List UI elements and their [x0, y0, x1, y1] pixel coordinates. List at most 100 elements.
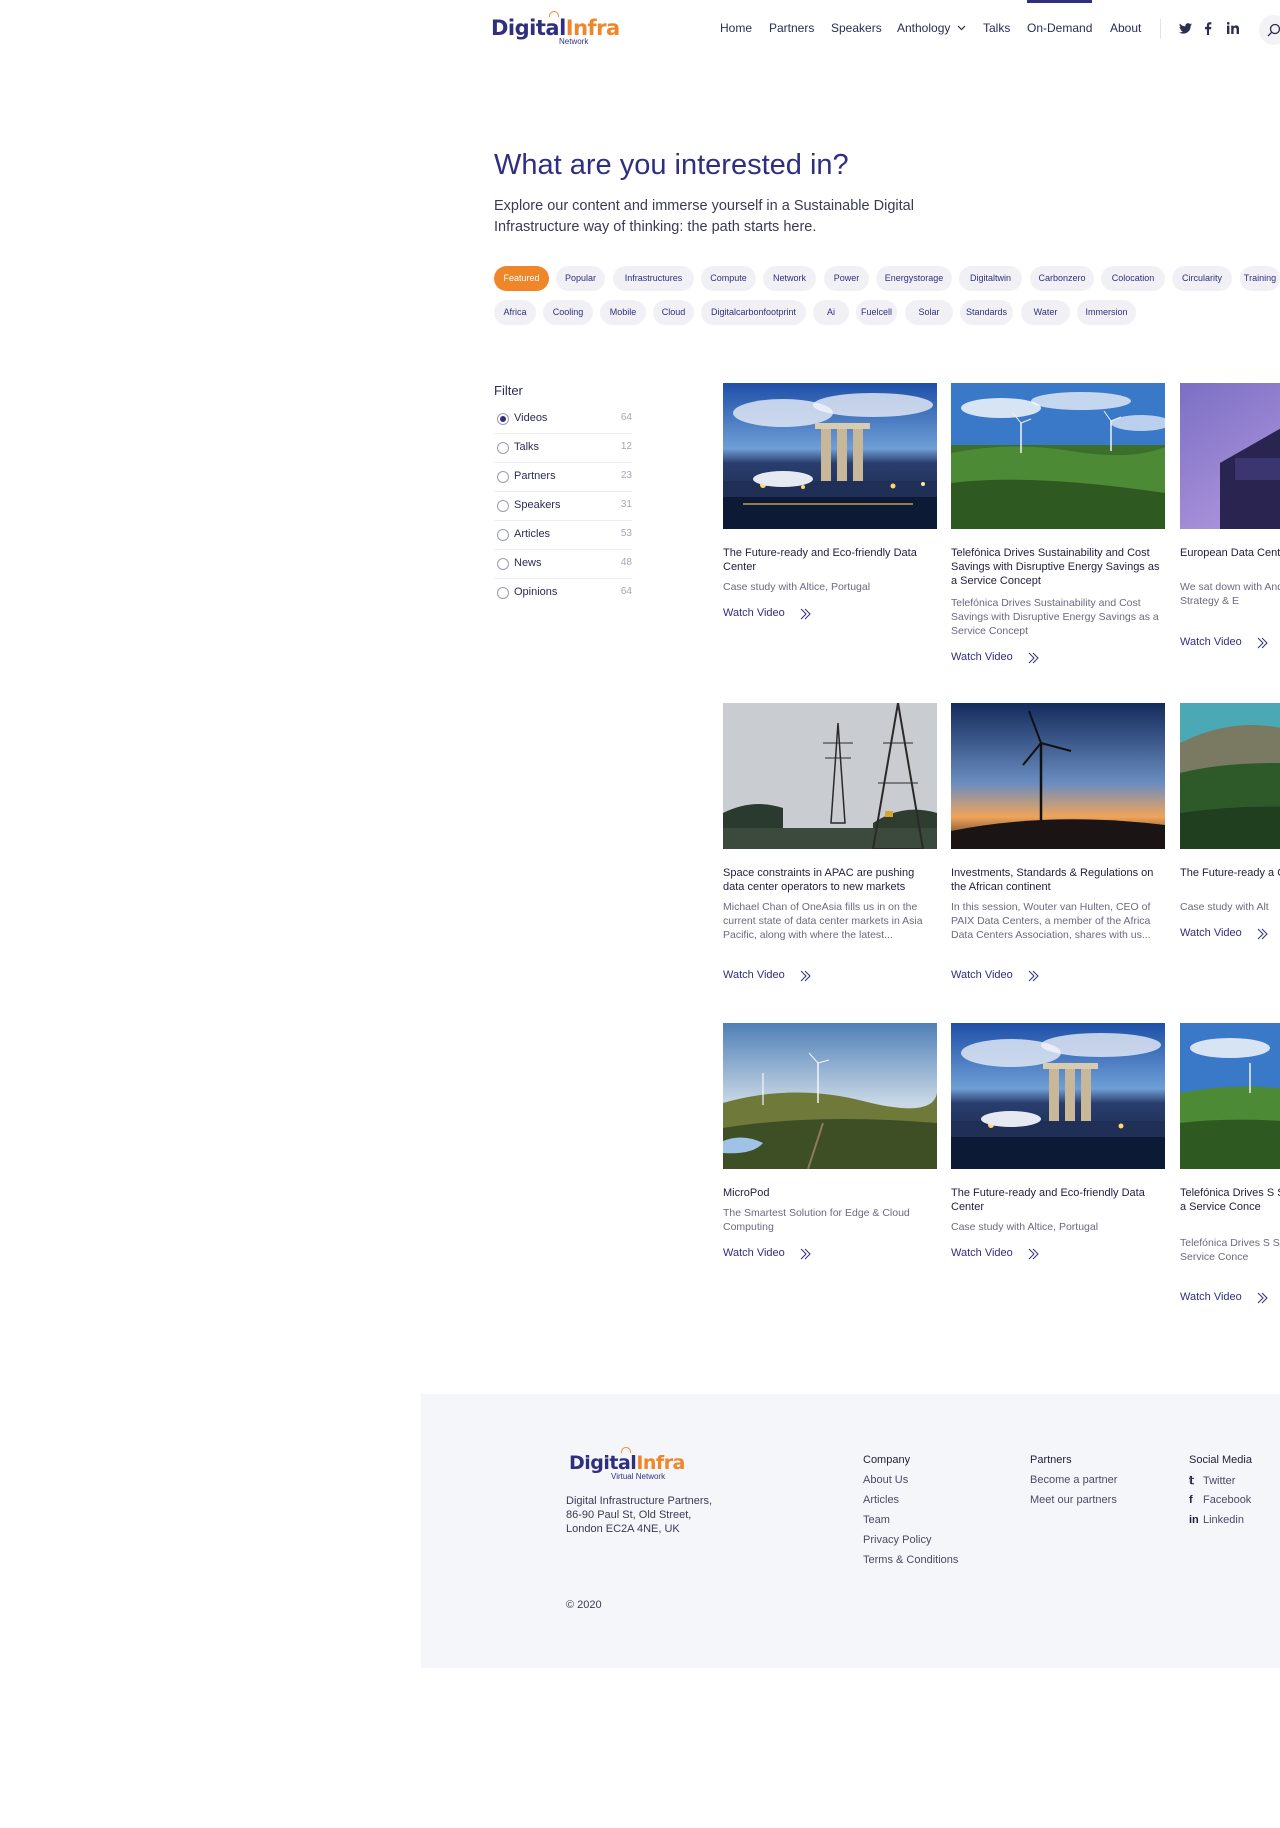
- tag-chip[interactable]: Popular: [556, 266, 605, 291]
- tag-chip[interactable]: Africa: [494, 300, 536, 325]
- tag-chip[interactable]: Training: [1240, 266, 1280, 291]
- filter-option-articles[interactable]: Articles 53: [494, 521, 632, 550]
- footer-logo[interactable]: DigitalInfra Virtual Network: [569, 1447, 685, 1482]
- facebook-icon[interactable]: [1204, 22, 1212, 35]
- page-title: What are you interested in?: [494, 149, 849, 181]
- radio[interactable]: [497, 471, 509, 483]
- facebook-icon: f: [1189, 1494, 1193, 1506]
- tag-chip[interactable]: Digitalcarbonfootprint: [701, 300, 806, 325]
- nav-talks[interactable]: Talks: [983, 21, 1010, 35]
- site-footer: DigitalInfra Virtual Network Digital Inf…: [421, 1394, 1280, 1668]
- watch-video-link[interactable]: Watch Video: [1180, 1291, 1268, 1304]
- radio[interactable]: [497, 529, 509, 541]
- nav-active-indicator: [1027, 0, 1092, 3]
- nav-about[interactable]: About: [1110, 21, 1141, 35]
- tag-chip[interactable]: Energystorage: [876, 266, 952, 291]
- filter-title: Filter: [494, 383, 523, 398]
- tag-chip[interactable]: Cooling: [543, 300, 593, 325]
- nav-anthology[interactable]: Anthology: [897, 21, 950, 35]
- watch-video-link[interactable]: Watch Video: [951, 651, 1039, 664]
- footer-link-articles[interactable]: Articles: [863, 1494, 899, 1506]
- video-card[interactable]: The Future-ready and Eco-friendly Data C…: [723, 383, 937, 673]
- filter-option-videos[interactable]: Videos 64: [494, 405, 632, 434]
- footer-link-twitter[interactable]: 𝕥 Twitter: [1189, 1474, 1235, 1487]
- footer-link-facebook[interactable]: f Facebook: [1189, 1494, 1251, 1506]
- video-card[interactable]: The Future-ready and Eco-friendly Data C…: [951, 1023, 1165, 1313]
- radio[interactable]: [497, 587, 509, 599]
- footer-link-meet-partners[interactable]: Meet our partners: [1030, 1494, 1117, 1506]
- thumbnail-power-pylons-image[interactable]: [723, 703, 937, 849]
- watch-video-link[interactable]: Watch Video: [723, 1247, 811, 1260]
- radio[interactable]: [497, 500, 509, 512]
- tag-chip-featured[interactable]: Featured: [494, 266, 549, 291]
- double-chevron-right-icon: [800, 970, 811, 982]
- video-card[interactable]: Investments, Standards & Regulations on …: [951, 703, 1165, 993]
- thumbnail-wind-hills-image[interactable]: [723, 1023, 937, 1169]
- footer-link-linkedin[interactable]: in Linkedin: [1189, 1514, 1244, 1526]
- tag-chip[interactable]: Immersion: [1077, 300, 1136, 325]
- filter-option-speakers[interactable]: Speakers 31: [494, 492, 632, 521]
- watch-video-link[interactable]: Watch Video: [723, 969, 811, 982]
- tag-chip[interactable]: Circularity: [1172, 266, 1232, 291]
- chevron-down-icon[interactable]: [957, 25, 966, 31]
- thumbnail-city-marina-image[interactable]: [951, 1023, 1165, 1169]
- filter-option-news[interactable]: News 48: [494, 550, 632, 579]
- thumbnail-wind-farm-image[interactable]: [951, 383, 1165, 529]
- footer-link-become-partner[interactable]: Become a partner: [1030, 1474, 1117, 1486]
- watch-video-link[interactable]: Watch Video: [723, 607, 811, 620]
- tag-chip[interactable]: Power: [824, 266, 869, 291]
- site-logo[interactable]: DigitalInfra Network: [491, 11, 620, 46]
- tag-chip[interactable]: Colocation: [1101, 266, 1165, 291]
- tag-chip[interactable]: Infrastructures: [613, 266, 694, 291]
- thumbnail-mountain-forest-image[interactable]: [1180, 703, 1280, 849]
- thumbnail-wind-farm-image[interactable]: [1180, 1023, 1280, 1169]
- nav-partners[interactable]: Partners: [769, 21, 814, 35]
- double-chevron-right-icon: [1257, 637, 1268, 649]
- watch-video-link[interactable]: Watch Video: [951, 969, 1039, 982]
- footer-link-about-us[interactable]: About Us: [863, 1474, 908, 1486]
- tag-chip[interactable]: Ai: [813, 300, 849, 325]
- twitter-icon: 𝕥: [1189, 1475, 1195, 1487]
- watch-video-link[interactable]: Watch Video: [1180, 636, 1268, 649]
- tag-chip[interactable]: Mobile: [600, 300, 646, 325]
- video-card[interactable]: Space constraints in APAC are pushing da…: [723, 703, 937, 993]
- footer-link-terms[interactable]: Terms & Conditions: [863, 1554, 958, 1566]
- nav-divider: [1160, 19, 1161, 39]
- footer-link-team[interactable]: Team: [863, 1514, 890, 1526]
- tag-chip[interactable]: Digitaltwin: [959, 266, 1022, 291]
- linkedin-icon[interactable]: [1227, 22, 1239, 34]
- footer-address: Digital Infrastructure Partners, 86-90 P…: [566, 1495, 713, 1535]
- video-card[interactable]: Telefónica Drives Sustainability and Cos…: [951, 383, 1165, 693]
- thumbnail-building-image[interactable]: [1180, 383, 1280, 529]
- video-card[interactable]: MicroPod The Smartest Solution for Edge …: [723, 1023, 937, 1313]
- watch-video-link[interactable]: Watch Video: [951, 1247, 1039, 1260]
- radio-checked[interactable]: [497, 413, 509, 425]
- filter-option-partners[interactable]: Partners 23: [494, 463, 632, 492]
- radio[interactable]: [497, 558, 509, 570]
- nav-home[interactable]: Home: [720, 21, 752, 35]
- nav-on-demand[interactable]: On-Demand: [1027, 21, 1092, 35]
- tag-chip[interactable]: Cloud: [653, 300, 694, 325]
- nav-speakers[interactable]: Speakers: [831, 21, 882, 35]
- video-card[interactable]: European Data Center CFO & EVP of Strat …: [1180, 383, 1280, 673]
- footer-link-privacy[interactable]: Privacy Policy: [863, 1534, 931, 1546]
- tag-chip[interactable]: Water: [1021, 300, 1070, 325]
- thumbnail-wind-turbine-sunset-image[interactable]: [951, 703, 1165, 849]
- radio[interactable]: [497, 442, 509, 454]
- tag-chip[interactable]: Compute: [701, 266, 756, 291]
- twitter-icon[interactable]: [1179, 23, 1192, 34]
- tag-chip[interactable]: Network: [763, 266, 816, 291]
- filter-option-talks[interactable]: Talks 12: [494, 434, 632, 463]
- tag-chip[interactable]: Solar: [905, 300, 953, 325]
- double-chevron-right-icon: [1257, 928, 1268, 940]
- watch-video-link[interactable]: Watch Video: [1180, 927, 1268, 940]
- tag-chip[interactable]: Fuelcell: [856, 300, 897, 325]
- video-card[interactable]: The Future-ready a Center Case study wit…: [1180, 703, 1280, 993]
- search-button[interactable]: [1259, 15, 1280, 45]
- video-card[interactable]: Telefónica Drives S Savings with Disrup …: [1180, 1023, 1280, 1313]
- double-chevron-right-icon: [1028, 652, 1039, 664]
- tag-chip[interactable]: Carbonzero: [1030, 266, 1094, 291]
- filter-option-opinions[interactable]: Opinions 64: [494, 579, 632, 608]
- tag-chip[interactable]: Standards: [960, 300, 1013, 325]
- thumbnail-city-marina-image[interactable]: [723, 383, 937, 529]
